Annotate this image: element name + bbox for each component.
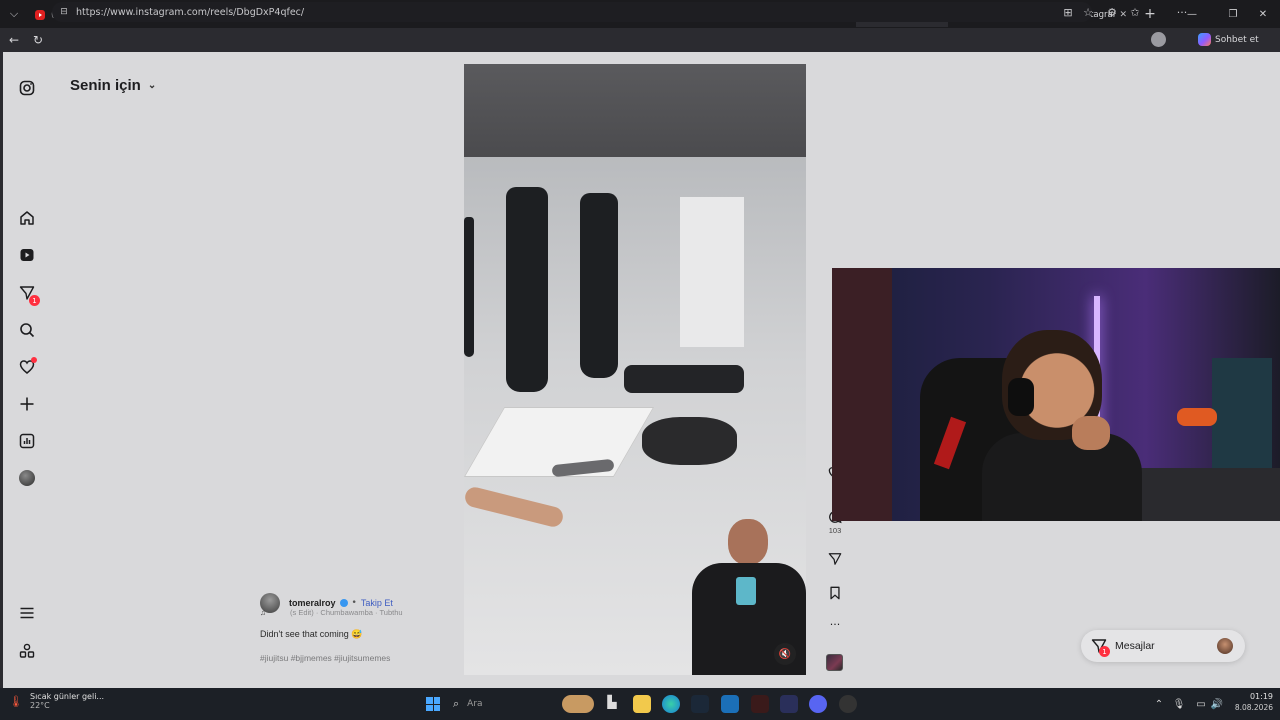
direct-messages-icon[interactable]: 1 — [17, 283, 40, 306]
separator: • — [351, 598, 357, 608]
weather-widget[interactable]: 🌡 Sıcak günler geli... 22°C — [8, 692, 104, 710]
edge-icon[interactable] — [662, 695, 680, 713]
dashboard-chart-icon[interactable] — [17, 431, 37, 451]
clock-date: 8.08.2026 — [1234, 703, 1273, 712]
address-bar[interactable]: ⊟ https://www.instagram.com/reels/DbgDxP… — [52, 2, 1092, 22]
game-launcher-icon[interactable] — [751, 695, 769, 713]
more-menu-hamburger-icon[interactable] — [17, 603, 37, 623]
share-icon[interactable] — [828, 552, 842, 566]
also-from-meta-icon[interactable] — [17, 641, 37, 661]
wall-panel — [680, 197, 744, 347]
feed-title: Senin için — [70, 77, 141, 94]
weather-text: Sıcak günler geli... — [30, 692, 105, 701]
reel-caption: Didn't see that coming 😅 — [260, 629, 363, 639]
file-explorer-icon[interactable] — [633, 695, 651, 713]
restore-icon[interactable]: ❐ — [1216, 0, 1250, 28]
author-name[interactable]: tomeralroy — [289, 598, 336, 608]
hidden-icons-chevron-icon[interactable]: ⌃ — [1151, 696, 1167, 712]
messages-label: Mesajlar — [1115, 640, 1155, 652]
copilot-label: Sohbet et — [1215, 34, 1259, 45]
reel-audio[interactable]: ♫ (s Edit) · Chumbawamba · Tubthu — [260, 608, 403, 617]
search-icon[interactable] — [17, 320, 37, 340]
search-placeholder: Ara — [467, 699, 483, 709]
microphone-icon[interactable]: 🎙 — [1171, 696, 1187, 712]
audio-title: (s Edit) · Chumbawamba · Tubthu — [290, 608, 403, 617]
favorite-star-icon[interactable]: ☆ — [1080, 4, 1096, 20]
messages-badge: 1 — [1099, 646, 1110, 657]
clock[interactable]: 01:19 8.08.2026 — [1229, 692, 1273, 712]
reel-blur-header — [464, 64, 806, 157]
back-icon[interactable]: ← — [2, 28, 26, 52]
bookmark-icon[interactable] — [829, 586, 841, 600]
mute-icon[interactable]: 🔇 — [774, 643, 796, 665]
volume-icon[interactable]: 🔊 — [1209, 696, 1225, 712]
profile-avatar-small — [19, 470, 35, 486]
close-tab-icon[interactable]: ✕ — [1119, 10, 1127, 20]
home-icon[interactable] — [17, 208, 37, 228]
audio-thumbnail[interactable] — [826, 654, 843, 671]
discord-icon[interactable] — [809, 695, 827, 713]
address-bar-row: ← ↻ — [0, 28, 1280, 52]
copilot-button[interactable]: Sohbet et — [1198, 31, 1259, 48]
vscode-icon[interactable] — [780, 695, 798, 713]
weather-temp: 22°C — [30, 701, 50, 710]
punching-bag — [464, 217, 474, 357]
network-icon[interactable]: ▭ — [1193, 696, 1209, 712]
close-window-icon[interactable]: ✕ — [1246, 0, 1280, 28]
punching-bag — [506, 187, 548, 392]
youtube-icon — [35, 10, 45, 20]
instagram-page: 1 Senin için ⌄ 🔇 tomeralroy • Takip Et ♫… — [0, 52, 1280, 688]
reels-icon[interactable] — [17, 245, 37, 265]
search-icon: ⌕ — [453, 697, 460, 710]
more-options-icon[interactable]: ··· — [826, 618, 844, 631]
profile-avatar[interactable] — [1151, 32, 1166, 47]
clock-time: 01:19 — [1249, 692, 1273, 701]
steam-icon[interactable] — [691, 695, 709, 713]
notification-badge: 1 — [29, 295, 40, 306]
webcam-overlay — [832, 268, 1280, 521]
bread-widget-icon[interactable] — [562, 695, 594, 713]
notifications-heart-icon[interactable] — [17, 357, 37, 377]
task-view-icon[interactable]: ▙ — [603, 695, 621, 713]
messages-icon: 1 — [1091, 638, 1110, 657]
music-note-icon: ♫ — [260, 608, 266, 617]
copilot-icon — [1198, 33, 1211, 46]
reel-video[interactable]: 🔇 — [464, 64, 806, 675]
verified-badge-icon — [339, 599, 348, 607]
taskbar-search[interactable]: ⌕ Ara — [453, 693, 553, 715]
instagram-logo-icon[interactable] — [17, 78, 37, 98]
more-menu-icon[interactable]: ··· — [1174, 4, 1190, 20]
profile-icon[interactable] — [17, 468, 37, 488]
person-legs — [464, 485, 565, 529]
store-icon[interactable] — [721, 695, 739, 713]
message-avatar — [1217, 638, 1233, 654]
share-action[interactable] — [826, 552, 844, 566]
start-icon[interactable] — [426, 697, 440, 711]
apps-icon[interactable]: ⊞ — [1060, 4, 1076, 20]
tab-list-menu-icon[interactable]: ⌵ — [0, 0, 28, 28]
chevron-down-icon: ⌄ — [147, 80, 157, 91]
thermometer-icon: 🌡 — [9, 694, 23, 708]
follow-button[interactable]: Takip Et — [361, 598, 393, 608]
save-action[interactable] — [826, 586, 844, 600]
comment-count: 103 — [828, 526, 842, 535]
punching-bag — [580, 193, 618, 378]
instagram-nav-rail: 1 — [3, 52, 51, 688]
person-on-mat — [642, 417, 737, 465]
feed-selector[interactable]: Senin için ⌄ — [70, 77, 156, 94]
extensions-icon[interactable]: ⚙ — [1104, 4, 1120, 20]
url-text: https://www.instagram.com/reels/DbgDxP4q… — [76, 6, 305, 18]
favorites-icon[interactable]: ✩ — [1127, 4, 1143, 20]
messages-pill[interactable]: 1 Mesajlar — [1081, 630, 1245, 662]
site-info-icon[interactable]: ⊟ — [58, 6, 70, 18]
refresh-icon[interactable]: ↻ — [26, 28, 50, 52]
notification-dot — [31, 357, 37, 363]
reel-hashtags[interactable]: #jiujitsu #bjjmemes #jiujitsumemes — [260, 653, 390, 663]
obs-icon[interactable] — [839, 695, 857, 713]
create-plus-icon[interactable] — [17, 394, 37, 414]
weights — [624, 365, 744, 393]
